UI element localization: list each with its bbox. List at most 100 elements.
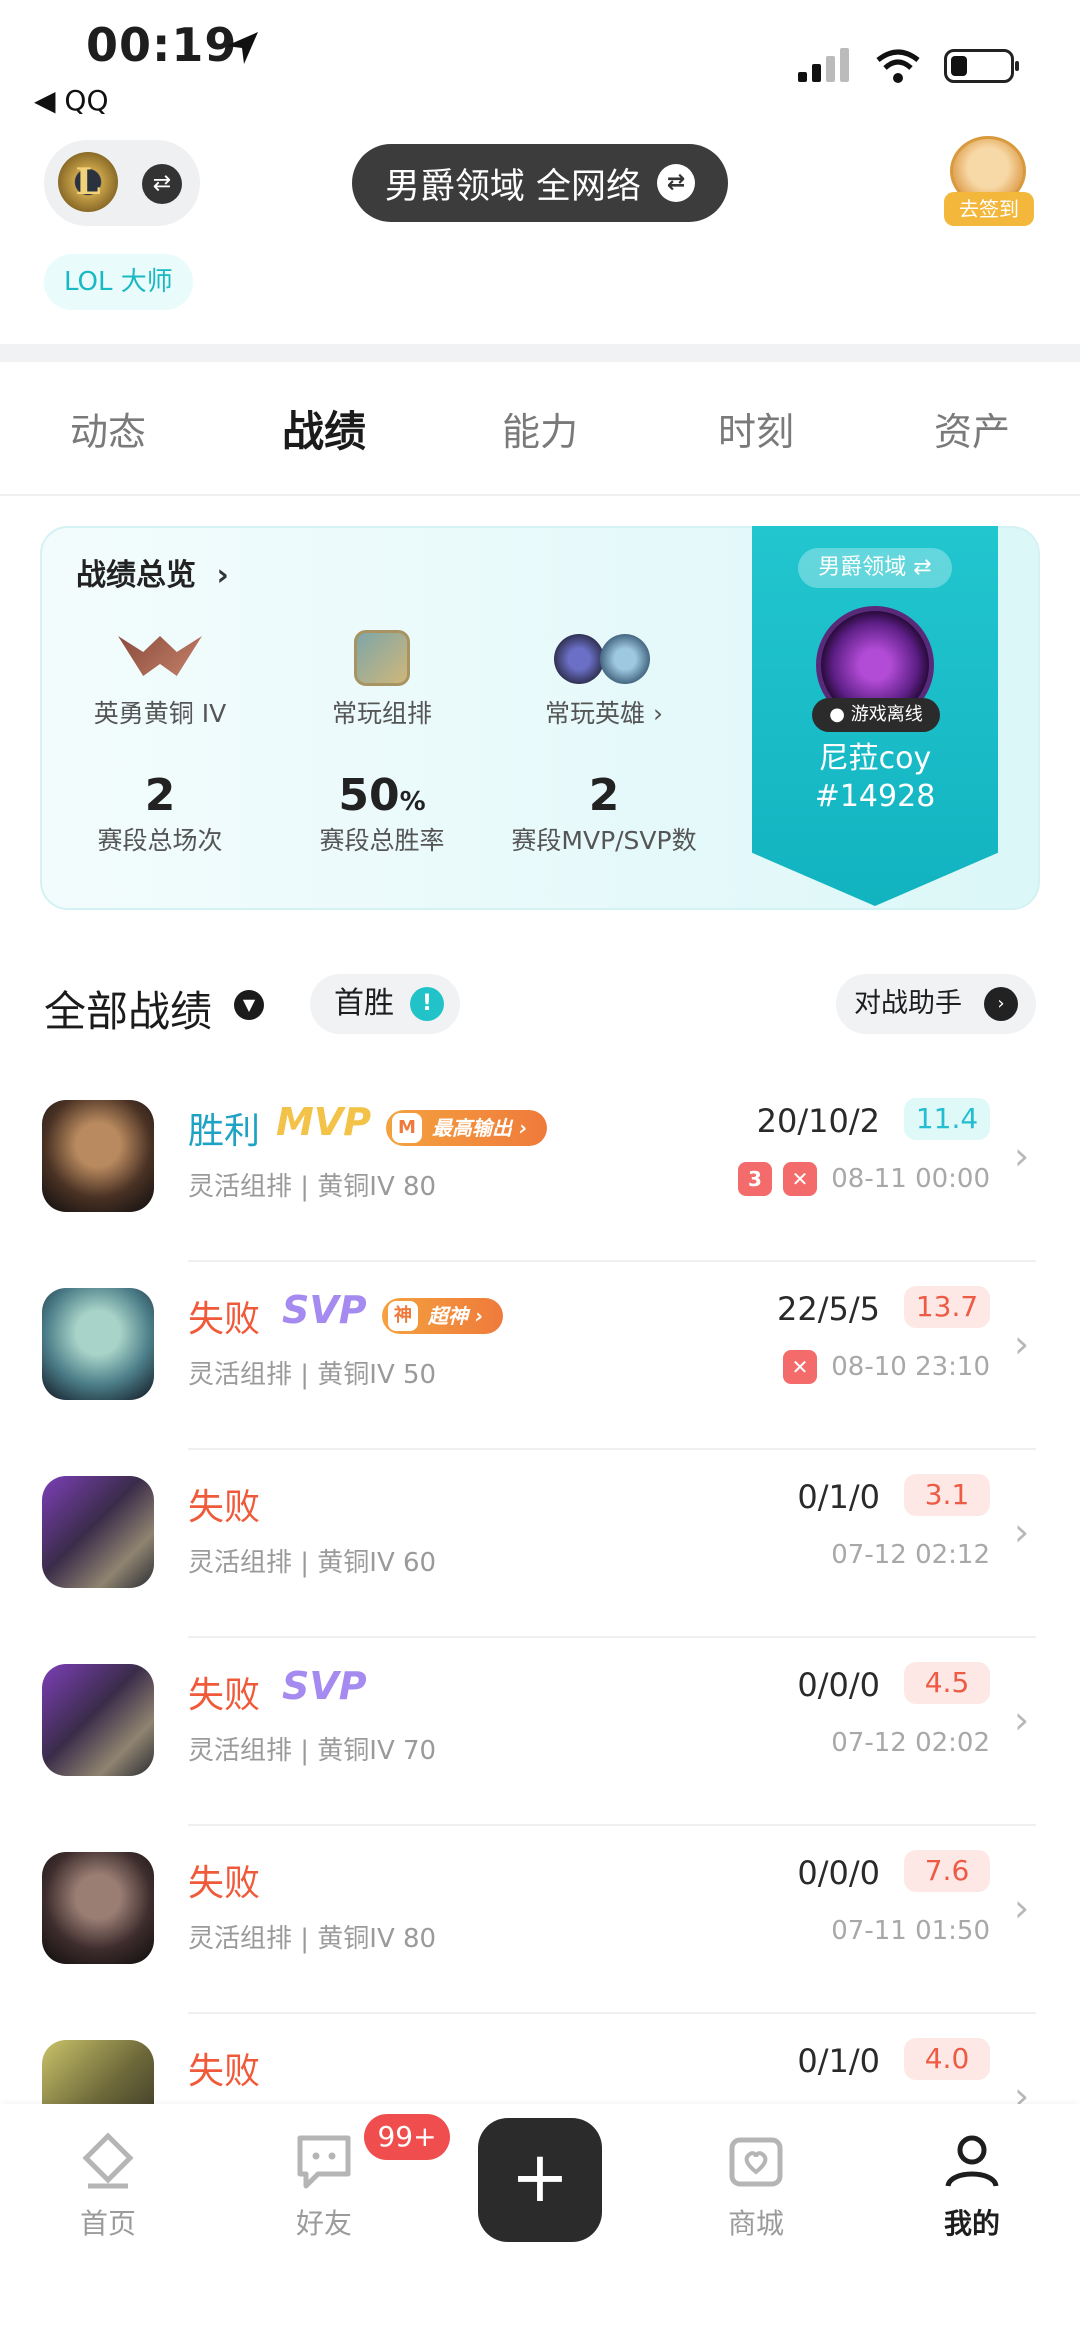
- legendary-tag: 神超神 ›: [382, 1298, 504, 1334]
- tab-feed[interactable]: 动态: [0, 392, 216, 472]
- player-tag: #14928: [814, 779, 936, 814]
- region-label: 男爵领域 全网络: [384, 166, 642, 207]
- match-row[interactable]: 失败 0/1/0 4.0 ›: [0, 2014, 1080, 2104]
- tier-tag[interactable]: LOL 大师: [44, 254, 193, 310]
- user-icon: [945, 2135, 999, 2187]
- tab-record[interactable]: 战绩: [216, 392, 432, 472]
- chevron-right-icon: ›: [1014, 1886, 1030, 1930]
- favorite-heroes-link[interactable]: 常玩英雄 ›: [504, 630, 704, 730]
- status-badge: ● 游戏离线: [812, 698, 940, 732]
- crown-icon: M: [392, 1113, 422, 1143]
- nav-home-label: 首页: [79, 2207, 136, 2240]
- battle-helper-label: 对战助手: [854, 988, 962, 1019]
- match-kda: 0/1/0: [797, 2042, 880, 2080]
- chat-bubble-icon: [297, 2135, 351, 2189]
- game-switcher[interactable]: L ⇄: [44, 140, 200, 226]
- match-result: 失败: [188, 1487, 261, 1528]
- chevron-right-icon: ›: [1014, 1698, 1030, 1742]
- svp-badge: SVP: [282, 1664, 367, 1708]
- match-score: 13.7: [904, 1286, 990, 1328]
- back-to-qq-link[interactable]: ◀ QQ: [34, 84, 109, 117]
- winrate-value: 50: [338, 770, 400, 821]
- all-records-title[interactable]: 全部战绩: [44, 978, 212, 1039]
- shop-bag-icon: [729, 2137, 783, 2187]
- match-kda: 0/0/0: [797, 1854, 880, 1892]
- first-win-label: 首胜: [334, 986, 394, 1021]
- match-result: 胜利: [188, 1111, 261, 1152]
- match-result: 失败: [188, 1299, 261, 1340]
- battle-helper-button[interactable]: 对战助手 ›: [836, 974, 1036, 1034]
- rank-stat: 英勇黄铜 IV: [60, 630, 260, 730]
- mvp-stat: 2 赛段MVP/SVP数: [492, 770, 716, 857]
- tab-moments[interactable]: 时刻: [648, 392, 864, 472]
- nav-shop[interactable]: 商城: [676, 2130, 836, 2242]
- arrow-right-icon: ›: [984, 987, 1018, 1021]
- match-score: 11.4: [904, 1098, 990, 1140]
- achievement-icon: ✕: [783, 1350, 817, 1384]
- tabs-divider: [0, 494, 1080, 496]
- match-row[interactable]: 失败 SVP 灵活组排 | 黄铜IV 70 0/0/0 4.5 07-12 02…: [0, 1638, 1080, 1826]
- system-status-icons: [796, 48, 1019, 84]
- match-date: 07-11 01:50: [831, 1916, 990, 1946]
- nav-me-label: 我的: [943, 2207, 1000, 2240]
- hero-avatar: [42, 1664, 154, 1776]
- cellular-signal-icon: [798, 48, 849, 82]
- chevron-right-icon: ›: [1014, 1134, 1030, 1178]
- match-kda: 20/10/2: [756, 1102, 880, 1140]
- nav-home[interactable]: 首页: [28, 2130, 188, 2242]
- match-score: 3.1: [904, 1474, 990, 1516]
- match-score: 4.5: [904, 1662, 990, 1704]
- god-icon: 神: [388, 1301, 418, 1331]
- triple-kill-icon: 3: [738, 1162, 772, 1196]
- first-win-button[interactable]: 首胜 !: [310, 974, 460, 1034]
- nav-friends-label: 好友: [295, 2207, 352, 2240]
- home-icon: [82, 2132, 134, 2189]
- nav-me[interactable]: 我的: [892, 2130, 1052, 2242]
- match-mode: 灵活组排 | 黄铜IV 70: [188, 1736, 437, 1766]
- svp-badge: SVP: [282, 1288, 367, 1332]
- match-score: 4.0: [904, 2038, 990, 2080]
- profile-tabs: 动态 战绩 能力 时刻 资产: [0, 392, 1080, 472]
- signin-button[interactable]: 去签到: [940, 136, 1036, 228]
- mode-stat: 常玩组排: [282, 630, 482, 730]
- games-value: 2: [144, 770, 176, 821]
- player-ribbon[interactable]: 男爵领域 ⇄ ● 游戏离线 尼菈coy #14928: [752, 526, 998, 906]
- rank-emblem-icon: [118, 630, 202, 686]
- favorite-heroes-icon: [554, 630, 654, 686]
- match-date: 07-12 02:12: [831, 1540, 990, 1570]
- mvp-label: 赛段MVP/SVP数: [511, 826, 697, 855]
- chevron-right-icon: ›: [1014, 1322, 1030, 1366]
- tab-ability[interactable]: 能力: [432, 392, 648, 472]
- match-score: 7.6: [904, 1850, 990, 1892]
- location-arrow-icon: [226, 32, 258, 64]
- chevron-right-icon: ›: [645, 699, 663, 728]
- lol-logo-icon: L: [58, 152, 118, 212]
- match-row[interactable]: 失败 灵活组排 | 黄铜IV 60 0/1/0 3.1 07-12 02:12 …: [0, 1450, 1080, 1638]
- match-row[interactable]: 失败 SVP 神超神 › 灵活组排 | 黄铜IV 50 22/5/5 13.7 …: [0, 1262, 1080, 1450]
- match-result: 失败: [188, 1675, 261, 1716]
- hero-avatar: [42, 1100, 154, 1212]
- hero-avatar: [42, 1852, 154, 1964]
- region-selector[interactable]: 男爵领域 全网络 ⇄: [352, 144, 728, 222]
- wifi-icon: [876, 49, 920, 83]
- unread-badge: 99+: [364, 2114, 450, 2160]
- match-result: 失败: [188, 1863, 261, 1904]
- match-result: 失败: [188, 2051, 261, 2092]
- winrate-label: 赛段总胜率: [319, 826, 445, 855]
- create-post-button[interactable]: +: [478, 2118, 602, 2242]
- mvp-badge: MVP: [276, 1100, 372, 1144]
- mode-emblem-icon: [354, 630, 410, 686]
- match-row[interactable]: 失败 灵活组排 | 黄铜IV 80 0/0/0 7.6 07-11 01:50 …: [0, 1826, 1080, 2014]
- overview-title-link[interactable]: 战绩总览 ›: [76, 550, 229, 594]
- hero-avatar: [42, 2040, 154, 2104]
- rank-label: 英勇黄铜 IV: [93, 699, 227, 728]
- achievement-icon: ✕: [783, 1162, 817, 1196]
- battery-icon: [944, 49, 1019, 83]
- hero-label: 常玩英雄: [545, 699, 646, 728]
- mvp-value: 2: [588, 770, 620, 821]
- match-row[interactable]: 胜利 MVP M 最高输出 › 灵活组排 | 黄铜IV 80 20/10/2 11…: [0, 1074, 1080, 1262]
- match-mode: 灵活组排 | 黄铜IV 50: [188, 1360, 437, 1390]
- chevron-down-icon[interactable]: ▼: [234, 990, 264, 1020]
- highest-damage-tag: M 最高输出 ›: [386, 1110, 548, 1146]
- tab-assets[interactable]: 资产: [864, 392, 1080, 472]
